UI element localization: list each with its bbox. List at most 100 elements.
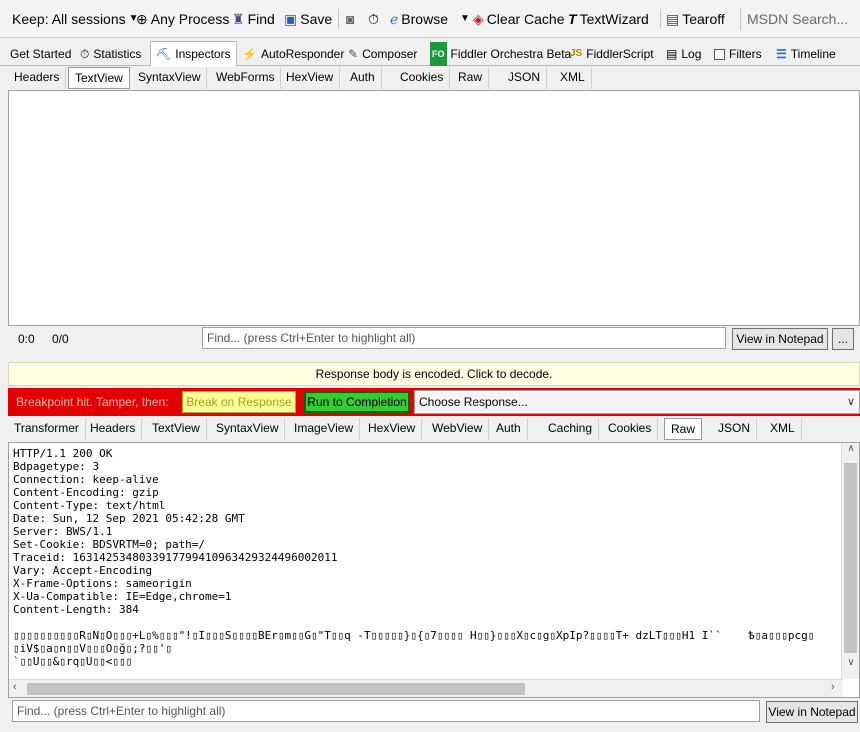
tearoff-button[interactable]: ▤ Tearoff (666, 8, 725, 30)
req-tab-json[interactable]: JSON (502, 67, 548, 89)
lightning-icon: ⚡ (242, 47, 257, 61)
response-tab-bar: Transformer Headers TextView SyntaxView … (8, 418, 860, 440)
vertical-scrollbar[interactable]: ∧ ∨ (841, 443, 859, 679)
clear-cache-label: Clear Cache (486, 11, 565, 27)
resp-tab-headers[interactable]: Headers (84, 418, 143, 440)
resp-tab-webview[interactable]: WebView (426, 418, 490, 440)
req-tab-syntaxview[interactable]: SyntaxView (132, 67, 208, 89)
resp-tab-cookies[interactable]: Cookies (602, 418, 659, 440)
browser-icon: ℯ (390, 11, 399, 27)
binoculars-icon: ♜ (232, 11, 245, 27)
resp-tab-textview[interactable]: TextView (146, 418, 207, 440)
scroll-down-icon[interactable]: ∨ (842, 657, 860, 668)
tab-inspectors[interactable]: ⛏ Inspectors (150, 41, 237, 67)
keep-sessions-label: Keep: All sessions (12, 11, 126, 27)
req-tab-hexview[interactable]: HexView (280, 67, 341, 89)
tab-composer[interactable]: ✎ Composer (342, 42, 423, 66)
resp-tab-hexview[interactable]: HexView (362, 418, 423, 440)
horizontal-scroll-thumb[interactable] (27, 683, 525, 695)
tab-log-label: Log (681, 47, 702, 61)
run-to-completion-button[interactable]: Run to Completion (304, 391, 410, 413)
tab-statistics[interactable]: ⏱ Statistics (74, 42, 147, 66)
tab-get-started-label: Get Started (10, 47, 72, 61)
main-tab-bar: Get Started ⏱ Statistics ⛏ Inspectors ⚡ … (0, 40, 860, 67)
breakpoint-label: Breakpoint hit. Tamper, then: (16, 395, 169, 409)
script-icon: JS (570, 48, 583, 59)
resp-tab-json[interactable]: JSON (712, 418, 758, 440)
resp-tab-syntaxview[interactable]: SyntaxView (210, 418, 286, 440)
crosshair-icon: ⊕ (136, 11, 148, 27)
resp-tab-imageview[interactable]: ImageView (288, 418, 361, 440)
choose-response-label: Choose Response... (419, 395, 528, 409)
response-raw-pane[interactable]: HTTP/1.1 200 OK Bdpagetype: 3 Connection… (8, 442, 860, 698)
browse-button[interactable]: ℯ Browse (390, 8, 448, 30)
pencil-icon: ✎ (348, 47, 359, 61)
req-tab-webforms[interactable]: WebForms (210, 67, 282, 89)
resp-tab-transformer[interactable]: Transformer (8, 418, 86, 440)
request-find-input[interactable]: Find... (press Ctrl+Enter to highlight a… (202, 327, 726, 349)
choose-response-dropdown[interactable]: Choose Response... ∨ (414, 390, 860, 414)
save-button[interactable]: ▣ Save (284, 8, 332, 30)
tab-fiddlerscript-label: FiddlerScript (586, 47, 654, 61)
req-tab-headers[interactable]: Headers (8, 67, 67, 89)
resp-tab-caching[interactable]: Caching (542, 418, 600, 440)
req-tab-cookies[interactable]: Cookies (394, 67, 451, 89)
find-button[interactable]: ♜ Find (232, 8, 275, 30)
any-process-button[interactable]: ⊕ Any Process (136, 8, 229, 30)
chevron-down-icon: ∨ (846, 396, 855, 408)
tab-log[interactable]: ▤ Log (660, 42, 707, 66)
response-raw-text[interactable]: HTTP/1.1 200 OK Bdpagetype: 3 Connection… (13, 447, 839, 677)
tab-composer-label: Composer (362, 47, 418, 61)
more-options-button[interactable]: ... (832, 328, 854, 350)
tab-fiddler-orchestra-label: Fiddler Orchestra Beta (450, 47, 572, 61)
tab-fiddler-orchestra[interactable]: FO Fiddler Orchestra Beta (424, 42, 577, 66)
keep-sessions-dropdown[interactable]: Keep: All sessions ▼ (12, 8, 139, 30)
response-find-input[interactable]: Find... (press Ctrl+Enter to highlight a… (12, 700, 760, 722)
camera-icon: ◙ (346, 11, 355, 27)
vertical-scroll-thumb[interactable] (844, 463, 857, 653)
any-process-label: Any Process (150, 11, 230, 27)
cursor-position: 0:0 (18, 332, 35, 346)
match-count: 0/0 (52, 332, 69, 346)
request-text-area[interactable] (8, 90, 860, 326)
response-find-bar: Find... (press Ctrl+Enter to highlight a… (8, 700, 860, 724)
textwizard-label: TextWizard (579, 11, 649, 27)
checkbox-icon (714, 48, 725, 60)
break-on-response-button[interactable]: Break on Response (182, 391, 296, 413)
tab-fiddlerscript[interactable]: JS FiddlerScript (564, 42, 660, 66)
tab-statistics-label: Statistics (93, 47, 142, 61)
view-in-notepad-button[interactable]: View in Notepad (732, 328, 828, 350)
tearoff-label: Tearoff (682, 11, 725, 27)
tab-timeline-label: Timeline (790, 47, 836, 61)
encoded-notice-bar[interactable]: Response body is encoded. Click to decod… (8, 362, 860, 386)
req-tab-xml[interactable]: XML (554, 67, 592, 89)
textwizard-icon: T (568, 11, 577, 27)
floppy-disk-icon: ▣ (284, 11, 298, 27)
scroll-right-icon[interactable]: › (831, 681, 835, 693)
resp-tab-xml[interactable]: XML (764, 418, 802, 440)
fiddler-orchestra-icon: FO (430, 42, 447, 66)
resp-tab-raw[interactable]: Raw (664, 418, 703, 440)
tab-autoresponder[interactable]: ⚡ AutoResponder (236, 42, 350, 66)
response-view-in-notepad-button[interactable]: View in Notepad (766, 701, 858, 723)
textwizard-button[interactable]: T TextWizard (568, 8, 649, 30)
resp-tab-auth[interactable]: Auth (490, 418, 528, 440)
scroll-up-icon[interactable]: ∧ (842, 443, 860, 454)
horizontal-scrollbar[interactable]: ‹ › (9, 679, 843, 697)
req-tab-auth[interactable]: Auth (344, 67, 382, 89)
msdn-search-input[interactable]: MSDN Search... (740, 8, 858, 30)
tab-filters[interactable]: Filters (708, 42, 768, 66)
timer-button[interactable]: ⏱ (368, 8, 379, 30)
tab-inspectors-label: Inspectors (175, 47, 231, 61)
req-tab-textview[interactable]: TextView (68, 67, 130, 89)
screenshot-button[interactable]: ◙ (346, 8, 354, 30)
tab-autoresponder-label: AutoResponder (260, 47, 345, 61)
browse-label: Browse (401, 11, 448, 27)
find-label: Find (247, 11, 275, 27)
tab-get-started[interactable]: Get Started (4, 42, 77, 66)
scroll-left-icon[interactable]: ‹ (13, 681, 17, 693)
clear-cache-button[interactable]: ▼ ◈ Clear Cache (460, 8, 565, 30)
inspectors-icon: ⛏ (156, 47, 172, 61)
tab-timeline[interactable]: ☰ Timeline (770, 42, 842, 66)
req-tab-raw[interactable]: Raw (452, 67, 490, 89)
